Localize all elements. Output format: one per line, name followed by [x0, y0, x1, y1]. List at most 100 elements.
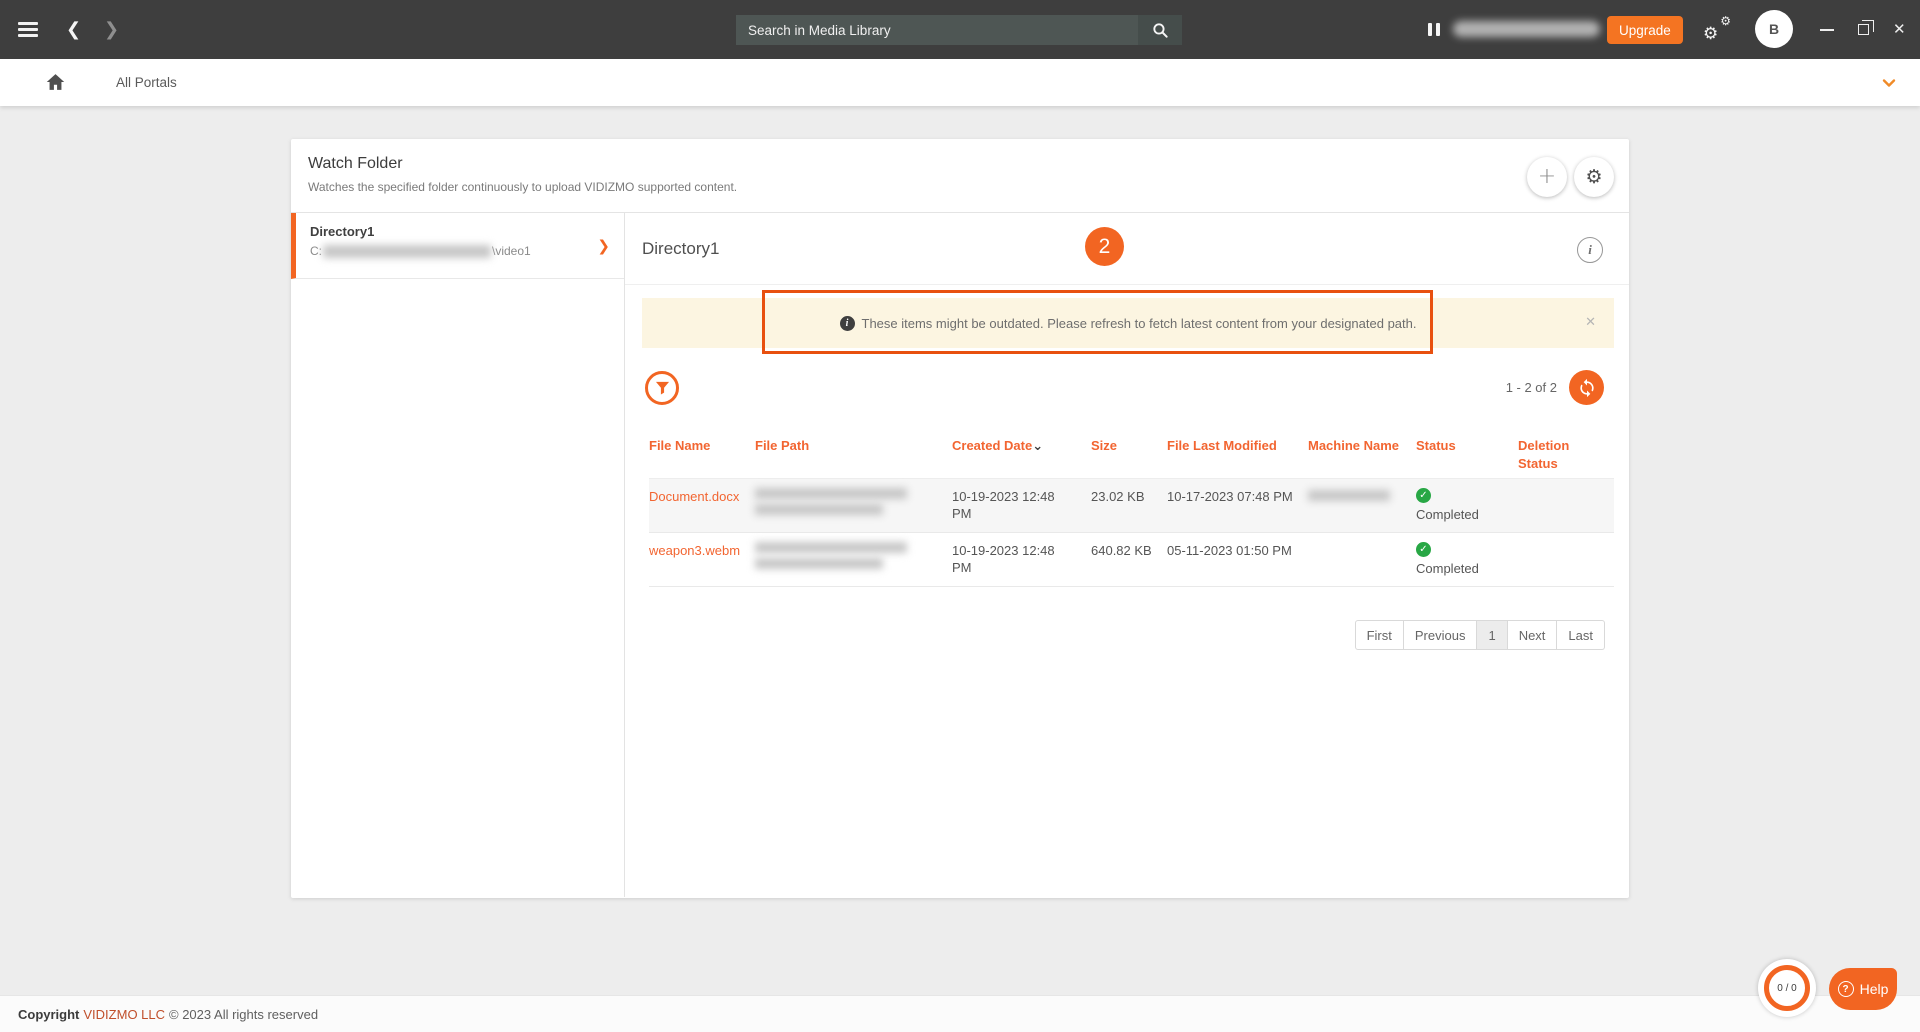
help-label: Help — [1860, 981, 1889, 997]
refresh-icon — [1577, 378, 1597, 398]
breadcrumb-all-portals[interactable]: All Portals — [116, 59, 177, 106]
result-range: 1 - 2 of 2 — [1506, 380, 1557, 395]
pagination-page-1-button[interactable]: 1 — [1477, 620, 1507, 650]
filter-icon — [655, 381, 670, 395]
col-header-deletion-status[interactable]: Deletion Status — [1518, 437, 1614, 472]
info-circle-icon: i — [840, 316, 855, 331]
table-toolbar: 1 - 2 of 2 — [645, 370, 1604, 405]
size-cell: 640.82 KB — [1091, 533, 1167, 586]
table-row: weapon3.webm 10-19-2023 12:48 PM 640.82 … — [649, 533, 1614, 587]
col-header-machine-name[interactable]: Machine Name — [1308, 437, 1416, 472]
col-header-file-path[interactable]: File Path — [755, 437, 952, 472]
back-arrow-icon[interactable]: ❮ — [66, 0, 81, 59]
detail-title: Directory1 — [642, 239, 719, 259]
annotation-step-badge: 2 — [1085, 227, 1124, 266]
directory-list-item[interactable]: Directory1 C: \video1 ❯ — [291, 213, 624, 279]
machine-name-cell — [1308, 479, 1416, 532]
chevron-right-icon: ❯ — [597, 237, 610, 255]
redacted-text — [755, 542, 907, 553]
directory-name: Directory1 — [310, 224, 594, 239]
pagination-previous-button[interactable]: Previous — [1404, 620, 1478, 650]
upload-counter: 0 / 0 — [1777, 983, 1796, 994]
settings-button[interactable]: ⚙ — [1574, 157, 1614, 197]
search-icon — [1152, 22, 1169, 39]
gear-icon: ⚙ — [1585, 168, 1602, 187]
add-watch-folder-button[interactable]: + — [1527, 157, 1567, 197]
sort-desc-icon: ⌄ — [1032, 439, 1043, 454]
redacted-text — [755, 558, 883, 569]
pagination: First Previous 1 Next Last — [1355, 620, 1605, 650]
gears-icon[interactable]: ⚙ ⚙ — [1703, 16, 1731, 44]
created-date-cell: 10-19-2023 12:48 PM — [952, 479, 1091, 532]
search-input[interactable] — [736, 15, 1138, 45]
search-button[interactable] — [1138, 15, 1182, 45]
pagination-next-button[interactable]: Next — [1508, 620, 1558, 650]
home-icon[interactable] — [46, 73, 65, 96]
user-avatar[interactable]: B — [1755, 10, 1793, 48]
detail-header: Directory1 — [625, 213, 1629, 285]
refresh-button[interactable] — [1569, 370, 1604, 405]
check-circle-icon: ✓ — [1416, 488, 1431, 503]
window-restore-icon[interactable] — [1858, 24, 1869, 35]
footer: Copyright VIDIZMO LLC © 2023 All rights … — [0, 995, 1920, 1032]
card-body: Directory1 C: \video1 ❯ Directory1 i 2 — [291, 213, 1629, 897]
table-header-row: File Name File Path Created Date⌄ Size F… — [649, 437, 1614, 478]
check-circle-icon: ✓ — [1416, 542, 1431, 557]
watch-folder-table: File Name File Path Created Date⌄ Size F… — [649, 437, 1614, 587]
redacted-text — [1453, 21, 1600, 37]
redacted-text — [755, 504, 883, 515]
chevron-down-icon[interactable] — [1880, 74, 1898, 97]
hamburger-menu-icon[interactable] — [18, 22, 38, 37]
redacted-text — [323, 245, 491, 258]
directory-list: Directory1 C: \video1 ❯ — [291, 213, 625, 897]
file-last-modified-cell: 05-11-2023 01:50 PM — [1167, 533, 1308, 586]
file-path-cell — [755, 479, 952, 532]
file-path-cell — [755, 533, 952, 586]
help-button[interactable]: ? Help — [1829, 968, 1897, 1010]
company-link[interactable]: VIDIZMO LLC — [83, 1007, 165, 1022]
plus-icon: + — [1538, 166, 1556, 188]
top-bar: ❮ ❯ Upgrade ⚙ ⚙ B ✕ — [0, 0, 1920, 59]
media-library-search — [736, 15, 1182, 45]
created-date-cell: 10-19-2023 12:48 PM — [952, 533, 1091, 586]
table-row: Document.docx 10-19-2023 12:48 PM 23.02 … — [649, 478, 1614, 533]
toolbar-right: 1 - 2 of 2 — [1506, 370, 1604, 405]
file-name-link[interactable]: weapon3.webm — [649, 533, 755, 586]
upgrade-button[interactable]: Upgrade — [1607, 16, 1683, 44]
filter-button[interactable] — [645, 371, 679, 405]
close-icon[interactable]: ✕ — [1585, 315, 1596, 330]
upload-progress-ring[interactable]: 0 / 0 — [1758, 959, 1816, 1017]
window-close-icon[interactable]: ✕ — [1893, 20, 1906, 38]
header-actions: + ⚙ — [1527, 157, 1614, 197]
col-header-status[interactable]: Status — [1416, 437, 1518, 472]
status-cell: ✓ Completed — [1416, 479, 1518, 532]
size-cell: 23.02 KB — [1091, 479, 1167, 532]
file-last-modified-cell: 10-17-2023 07:48 PM — [1167, 479, 1308, 532]
warning-message: These items might be outdated. Please re… — [862, 316, 1417, 331]
col-header-created-date[interactable]: Created Date⌄ — [952, 437, 1091, 472]
warning-banner: i These items might be outdated. Please … — [642, 298, 1614, 348]
breadcrumb-bar: All Portals — [0, 59, 1920, 106]
status-label: Completed — [1416, 561, 1479, 576]
col-header-file-name[interactable]: File Name — [649, 437, 755, 472]
forward-arrow-icon[interactable]: ❯ — [104, 0, 119, 59]
deletion-status-cell — [1518, 533, 1614, 586]
col-header-size[interactable]: Size — [1091, 437, 1167, 472]
copyright-label: Copyright — [18, 1007, 79, 1022]
deletion-status-cell — [1518, 479, 1614, 532]
page-content: Watch Folder Watches the specified folde… — [0, 106, 1920, 995]
window-minimize-icon[interactable] — [1820, 29, 1834, 31]
pause-icon[interactable] — [1428, 23, 1440, 36]
col-header-file-last-modified[interactable]: File Last Modified — [1167, 437, 1308, 472]
pagination-first-button[interactable]: First — [1355, 620, 1404, 650]
question-mark-icon: ? — [1838, 981, 1854, 997]
rights-label: © 2023 All rights reserved — [169, 1007, 318, 1022]
redacted-text — [1308, 490, 1390, 501]
info-icon[interactable]: i — [1577, 237, 1603, 263]
page-title: Watch Folder — [308, 155, 1612, 173]
pagination-last-button[interactable]: Last — [1557, 620, 1605, 650]
file-name-link[interactable]: Document.docx — [649, 479, 755, 532]
watch-folder-card: Watch Folder Watches the specified folde… — [291, 139, 1629, 898]
redacted-text — [755, 488, 907, 499]
machine-name-cell — [1308, 533, 1416, 586]
